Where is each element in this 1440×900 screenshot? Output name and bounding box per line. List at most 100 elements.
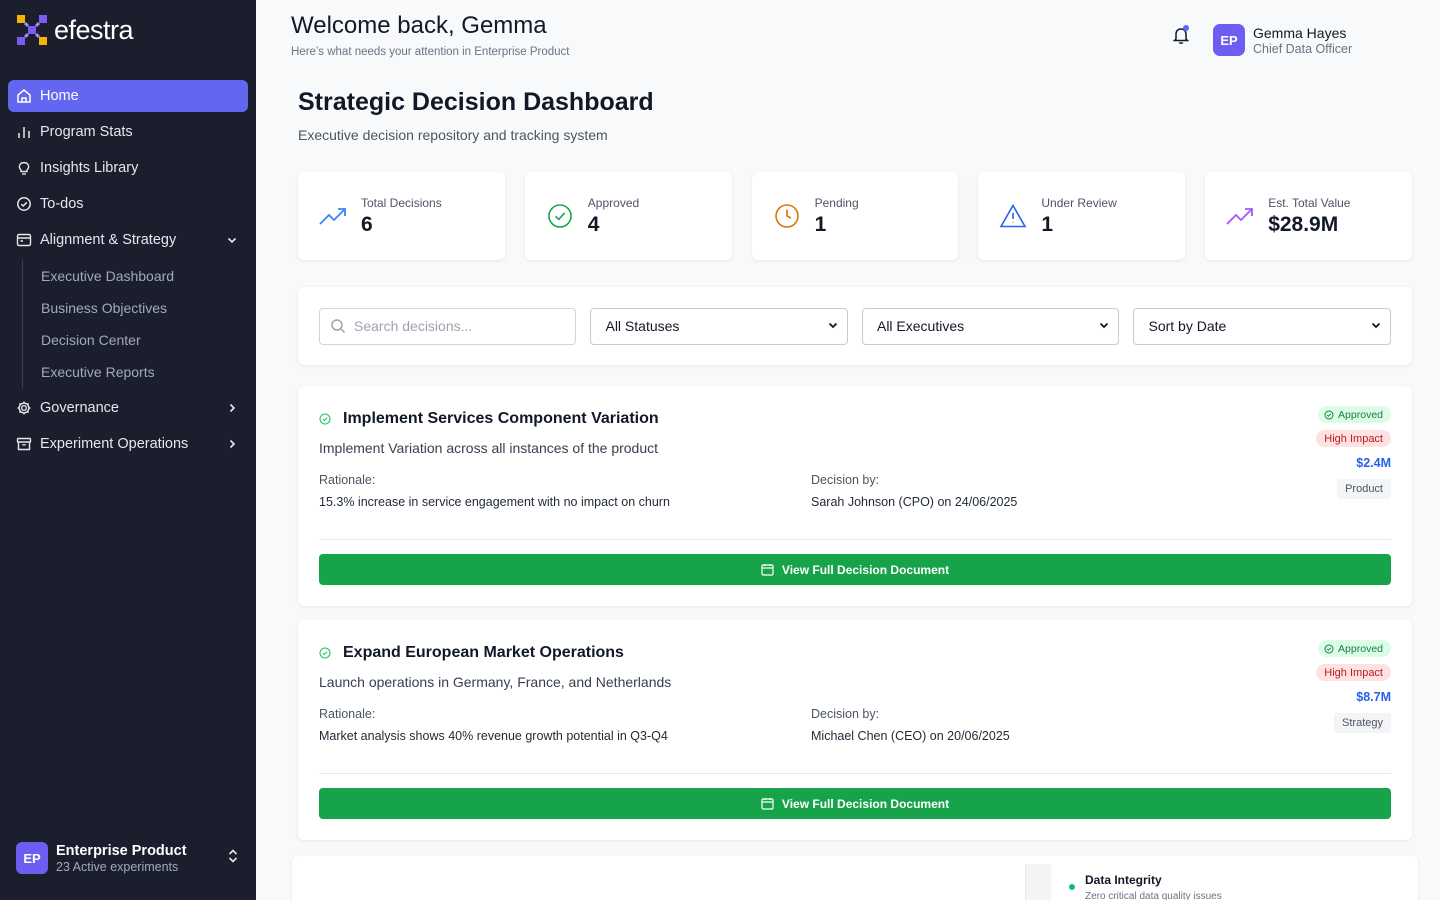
brand-logo[interactable]: efestra [16,14,134,46]
stat-label: Pending [814,195,859,210]
sidebar-subitem-decision-center[interactable]: Decision Center [41,324,248,356]
sort-select[interactable]: Sort by Date [1133,307,1391,345]
archive-icon [16,436,32,452]
chevron-down-icon [827,318,839,334]
sidebar-item-insights-library[interactable]: Insights Library [8,152,248,184]
check-circle-icon [1324,644,1334,653]
rationale-text: Market analysis shows 40% revenue growth… [319,729,668,743]
stat-value: 6 [361,212,373,236]
stat-card-total-decisions: Total Decisions 6 [298,172,505,260]
executive-filter-value: All Executives [876,318,965,334]
check-circle-icon [1324,410,1334,419]
check-circle-icon [545,201,575,231]
calendar-icon [761,798,774,810]
home-icon [16,88,32,104]
sidebar-item-label: Program Stats [40,124,133,140]
impact-badge: High Impact [1316,664,1391,681]
data-integrity-card: Data Integrity Zero critical data qualit… [292,856,1418,900]
decision-value: $2.4M [1356,456,1391,470]
workspace-subtitle: 23 Active experiments [56,859,179,874]
notifications-button[interactable] [1171,25,1191,45]
calendar-icon [16,232,32,248]
chevron-down-icon [1370,318,1382,334]
search-input[interactable] [354,318,554,334]
sidebar-item-experiment-operations[interactable]: Experiment Operations [8,428,248,460]
status-badge: Approved [1318,640,1391,657]
chevron-down-icon [224,232,240,248]
gear-icon [16,400,32,416]
sidebar-item-alignment-strategy[interactable]: Alignment & Strategy [8,224,248,256]
page-subtitle: Executive decision repository and tracki… [298,127,608,143]
check-circle-icon [319,647,331,659]
sort-value: Sort by Date [1148,318,1227,334]
data-integrity-title: Data Integrity [1085,873,1162,887]
sidebar-nav: Home Program Stats Insights Library To-d… [8,80,248,464]
view-decision-document-label: View Full Decision Document [781,562,950,577]
decision-title: Implement Services Component Variation [343,410,659,427]
efestra-logo-icon [17,15,47,45]
page-title: Strategic Decision Dashboard [298,88,654,116]
top-header: Welcome back, Gemma Here’s what needs yo… [256,0,1440,72]
stat-card-approved: Approved 4 [524,172,732,260]
stat-label: Est. Total Value [1268,195,1351,210]
welcome-subtitle: Here’s what needs your attention in Ente… [291,46,570,58]
stat-value: 1 [1041,212,1054,236]
sidebar-item-governance[interactable]: Governance [8,392,248,424]
brand-name: efestra [54,14,134,45]
sidebar-item-label: Insights Library [40,160,139,176]
category-tag: Strategy [1334,713,1391,733]
notification-dot [1183,25,1189,31]
status-badge-label: Approved [1338,408,1383,421]
view-decision-document-button[interactable]: View Full Decision Document [319,554,1391,585]
sidebar-item-home[interactable]: Home [8,80,248,112]
sidebar-item-program-stats[interactable]: Program Stats [8,116,248,148]
status-filter-select[interactable]: All Statuses [590,307,848,345]
data-integrity-subtitle: Zero critical data quality issues [1085,891,1222,900]
trending-up-icon [318,201,348,231]
user-avatar[interactable]: EP [1213,24,1245,56]
stat-card-est-total-value: Est. Total Value $28.9M [1205,172,1412,260]
user-name: Gemma Hayes [1253,25,1347,41]
status-filter-value: All Statuses [605,318,680,334]
decision-by-label: Decision by: [811,707,880,721]
check-circle-icon [319,413,331,425]
view-decision-document-button[interactable]: View Full Decision Document [319,788,1391,819]
card-divider [319,773,1391,774]
rationale-text: 15.3% increase in service engagement wit… [319,495,670,509]
alignment-strategy-subnav: Executive Dashboard Business Objectives … [22,260,248,388]
chevron-right-icon [224,436,240,452]
sidebar-item-label: Governance [40,400,119,416]
user-role: Chief Data Officer [1253,42,1353,56]
decision-by-text: Michael Chen (CEO) on 20/06/2025 [811,729,1010,743]
search-box[interactable] [319,307,577,345]
clock-icon [772,201,802,231]
main-content: Strategic Decision Dashboard Executive d… [298,80,1412,840]
decision-by-label: Decision by: [811,473,880,487]
stat-label: Total Decisions [361,195,442,210]
stat-value: $28.9M [1268,212,1339,236]
filter-bar: All Statuses All Executives Sort by Date [298,287,1412,365]
warning-triangle-icon [998,201,1028,231]
impact-badge: High Impact [1316,430,1391,447]
executive-filter-select[interactable]: All Executives [861,307,1120,345]
stat-card-pending: Pending 1 [751,172,959,260]
sidebar-subitem-business-objectives[interactable]: Business Objectives [41,292,248,324]
sidebar-item-label: To-dos [40,196,84,212]
stats-row: Total Decisions 6 Approved 4 Pending 1 U… [298,172,1412,260]
stat-value: 1 [814,212,827,236]
workspace-avatar: EP [16,842,48,874]
search-icon [331,319,346,334]
sidebar-item-todos[interactable]: To-dos [8,188,248,220]
status-badge: Approved [1318,406,1391,423]
sidebar-subitem-executive-dashboard[interactable]: Executive Dashboard [41,260,248,292]
status-dot [1069,884,1075,890]
check-circle-icon [16,196,32,212]
calendar-icon [761,564,774,576]
rationale-label: Rationale: [319,473,376,487]
workspace-switcher[interactable]: EP Enterprise Product 23 Active experime… [16,842,240,874]
decision-description: Implement Variation across all instances… [319,440,659,456]
decision-title: Expand European Market Operations [343,644,624,661]
rationale-label: Rationale: [319,707,376,721]
sidebar-subitem-executive-reports[interactable]: Executive Reports [41,356,248,388]
chevron-up-down-icon [226,848,240,869]
